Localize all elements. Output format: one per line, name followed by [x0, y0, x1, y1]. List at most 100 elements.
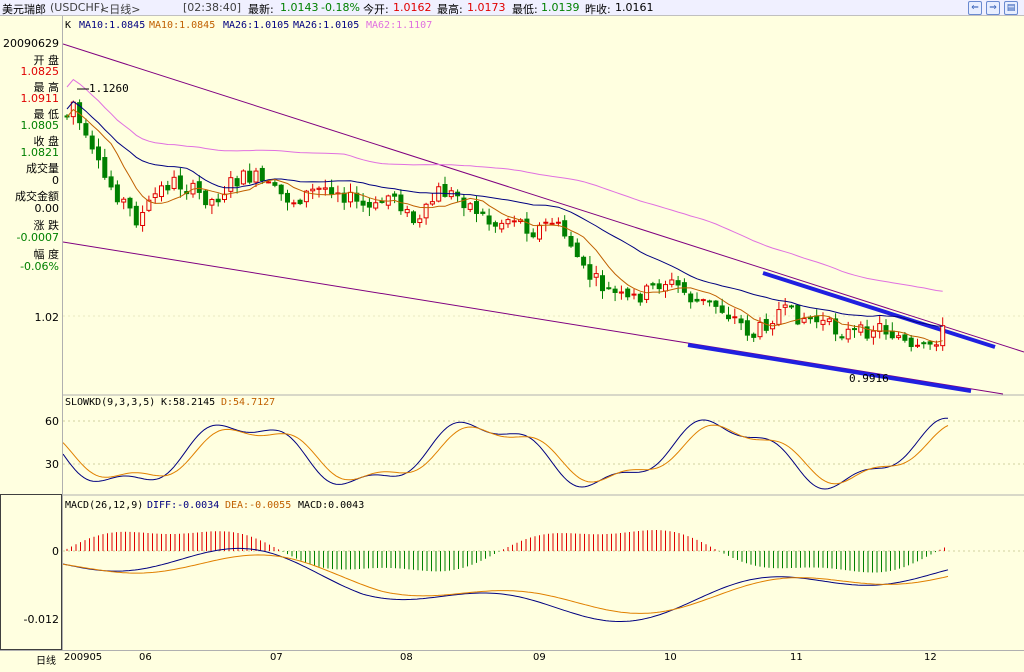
info-pct: -0.06%: [20, 260, 59, 273]
macd-value: MACD:0.0043: [298, 500, 364, 511]
candle-body: [757, 321, 763, 338]
candle-body: [530, 232, 536, 238]
candle-body: [625, 288, 631, 298]
instrument-name: 美元瑞郎: [2, 3, 46, 16]
candle-body: [574, 242, 580, 258]
candle-body: [247, 170, 253, 183]
candle-body: [896, 335, 902, 339]
info-panel: 20090629 开 盘 1.0825 最 高 1.0911 最 低 1.080…: [0, 16, 63, 650]
candle-body: [429, 201, 435, 205]
candle-body: [656, 283, 662, 290]
macd-dea: DEA:-0.0055: [225, 500, 291, 511]
high-label: 最高:: [437, 3, 463, 16]
candle-body: [707, 300, 713, 303]
candle-body: [114, 184, 120, 203]
candle-body: [688, 293, 694, 303]
candle-body: [600, 275, 605, 292]
candle-body: [637, 293, 643, 303]
kd-axis-60: 60: [45, 415, 59, 428]
candle-body: [102, 157, 108, 178]
candle-body: [480, 211, 486, 214]
candle-body: [253, 170, 259, 183]
candle-body: [663, 284, 668, 292]
candle-body: [537, 224, 542, 240]
candle-body: [316, 187, 322, 190]
period-label[interactable]: <日线>: [100, 1, 140, 17]
candle-body: [423, 203, 429, 219]
candle-body: [373, 202, 379, 209]
candle-body: [329, 187, 335, 195]
candle-body: [719, 305, 725, 313]
info-amount: 0.00: [34, 202, 60, 215]
candle-body: [511, 220, 517, 223]
candle-body: [505, 219, 511, 225]
low-label: 最低:: [512, 3, 538, 16]
candle-body: [297, 199, 303, 205]
candle-body: [404, 209, 410, 214]
candle-body: [411, 211, 416, 224]
candle-body: [902, 334, 908, 341]
candle-body: [669, 279, 675, 285]
candle-body: [726, 314, 731, 320]
title-bar: 美元瑞郎 (USDCHF) <日线> [02:38:40] 最新: 1.0143…: [0, 0, 1024, 16]
back-icon[interactable]: ⇐: [968, 1, 982, 15]
candle-body: [549, 222, 555, 225]
candle-body: [436, 186, 442, 202]
x-axis-bar: [0, 650, 1024, 672]
ma26-line: [66, 100, 943, 327]
info-chg: -0.0007: [16, 231, 59, 244]
change-value: -0.18%: [321, 1, 360, 14]
kd-d-value: D:54.7127: [221, 397, 275, 408]
candle-body: [499, 222, 505, 230]
trend-lower-line: [687, 343, 972, 393]
candle-body: [165, 184, 171, 191]
candle-body: [801, 318, 807, 323]
candle-body: [732, 316, 738, 319]
candle-body: [789, 305, 794, 308]
menu-icon[interactable]: ▤: [1004, 1, 1018, 15]
clock: [02:38:40]: [183, 1, 241, 14]
candle-body: [700, 299, 706, 302]
candle-body: [820, 319, 826, 325]
candle-body: [266, 181, 272, 184]
x-tick-3: 08: [400, 652, 413, 663]
candle-body: [581, 256, 587, 266]
candle-body: [209, 199, 215, 206]
candle-body: [858, 324, 864, 333]
candle-body: [694, 298, 700, 302]
candle-body: [133, 205, 139, 226]
candle-body: [782, 304, 788, 308]
candle-body: [744, 320, 750, 336]
candle-body: [492, 222, 498, 227]
info-close: 1.0821: [20, 146, 60, 159]
legend-ma10a: MA10:1.0845: [79, 20, 145, 31]
high-value: 1.0173: [467, 1, 506, 14]
candle-body: [417, 218, 423, 224]
candle-body: [826, 318, 832, 323]
candle-body: [845, 328, 851, 340]
candle-body: [83, 123, 89, 136]
low-value: 1.0139: [541, 1, 580, 14]
macd-dea-line: [63, 554, 949, 614]
x-tick-1: 06: [139, 652, 152, 663]
forward-icon[interactable]: ⇒: [986, 1, 1000, 15]
candle-body: [215, 198, 221, 203]
x-tick-0: 200905: [64, 652, 103, 663]
candle-body: [650, 283, 656, 286]
candle-body: [360, 200, 366, 206]
prev-label: 昨收:: [585, 3, 611, 16]
instrument-code: (USDCHF): [50, 1, 105, 14]
chart-area[interactable]: K MA10:1.0845 MA10:1.0845 MA26:1.0105 MA…: [63, 16, 1024, 650]
candle-body: [612, 288, 618, 293]
low-annotation: 0.9916: [849, 372, 889, 385]
candle-body: [543, 221, 549, 224]
candle-body: [272, 182, 278, 186]
candle-body: [159, 185, 164, 198]
candle-body: [870, 330, 876, 338]
candle-body: [852, 328, 857, 331]
kd-label: SLOWKD(9,3,3,5): [65, 397, 155, 408]
candle-body: [606, 287, 612, 290]
candle-body: [738, 318, 744, 324]
macd-label: MACD(26,12,9): [65, 500, 143, 511]
macd-diff: DIFF:-0.0034: [147, 500, 219, 511]
